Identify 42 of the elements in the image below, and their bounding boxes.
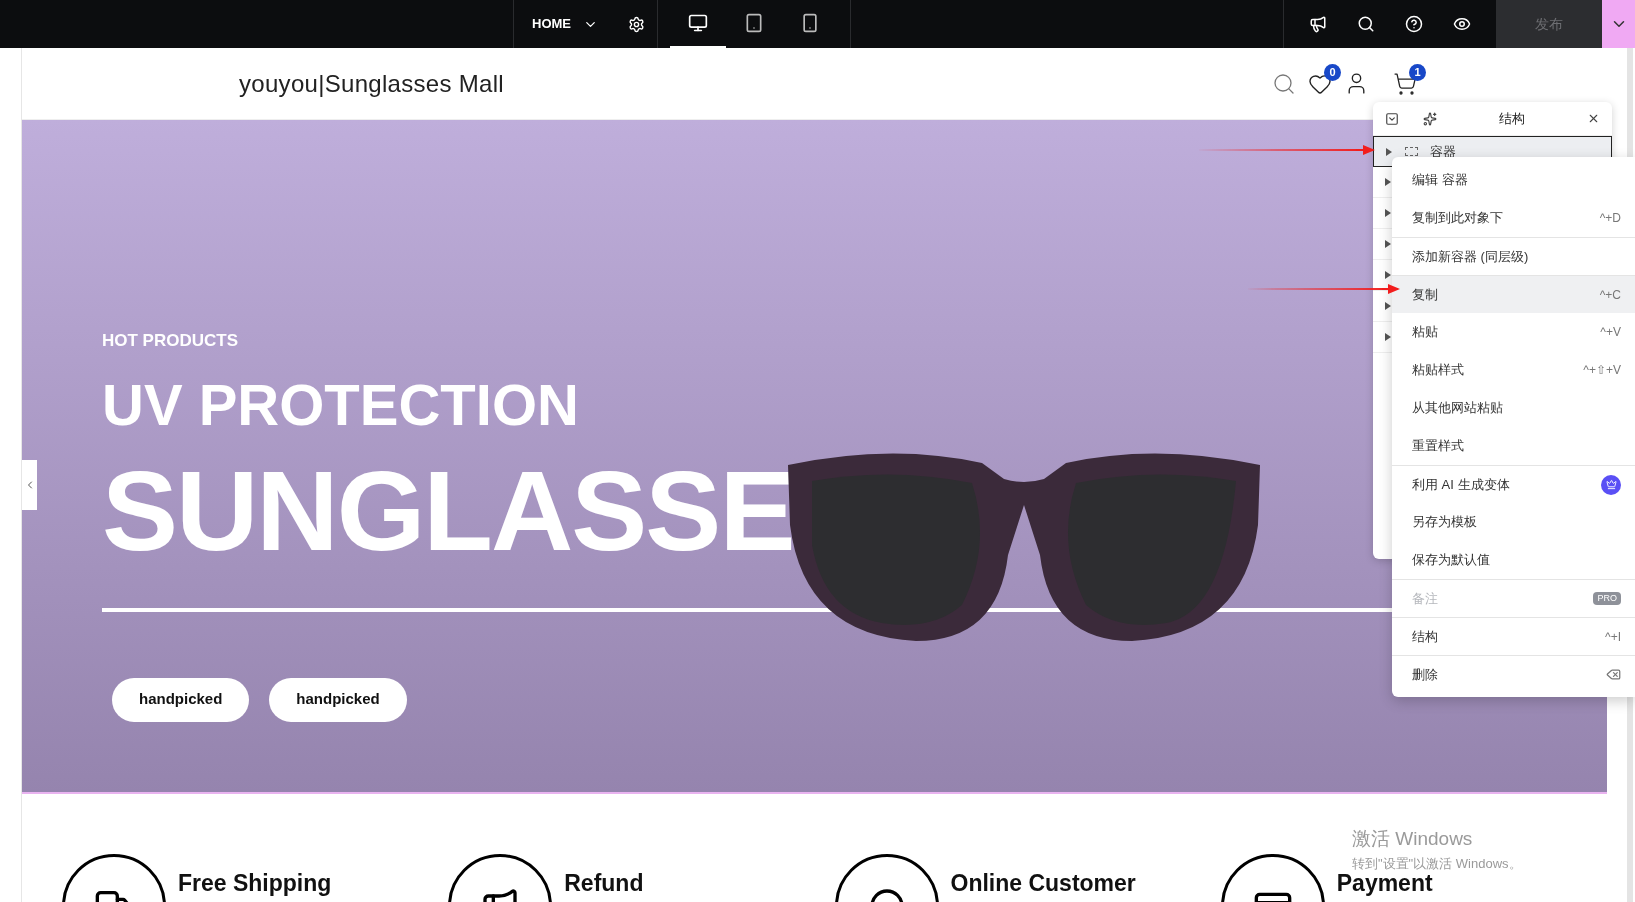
shortcut-text: ^+I	[1605, 628, 1621, 646]
panel-title: 结构	[1499, 109, 1525, 128]
feature-title: Refund	[564, 869, 644, 898]
feature-title: Payment	[1336, 870, 1433, 898]
wishlist-count: 0	[1324, 63, 1341, 81]
menu-item[interactable]: 删除	[1392, 655, 1635, 693]
shortcut-text: ^+⇧+V	[1583, 362, 1621, 379]
menu-item[interactable]: 利用 AI 生成变体	[1392, 465, 1635, 503]
shortcut-text: ^+V	[1600, 324, 1621, 341]
site-logo[interactable]: youyou|Sunglasses Mall	[239, 65, 504, 102]
page-menu[interactable]: HOME	[514, 0, 616, 48]
shortcut-text: ^+D	[1599, 210, 1621, 227]
container-icon	[1405, 147, 1418, 156]
hero-eyebrow: HOT PRODUCTS	[102, 330, 238, 352]
menu-item[interactable]: 保存为默认值	[1392, 541, 1635, 579]
menu-item[interactable]: 粘贴样式 ^+⇧+V	[1392, 351, 1635, 389]
sparkle-icon[interactable]	[1423, 111, 1437, 126]
menu-item[interactable]: 从其他网站粘贴	[1392, 389, 1635, 427]
collapse-icon[interactable]	[1385, 111, 1399, 126]
menu-item[interactable]: 另存为模板	[1392, 503, 1635, 541]
tree-label: 容器	[1430, 142, 1456, 161]
tag-button[interactable]: handpicked	[112, 677, 250, 722]
menu-item[interactable]: 复制到此对象下 ^+D	[1392, 199, 1635, 237]
cart-count: 1	[1409, 63, 1426, 81]
menu-item[interactable]: 结构 ^+I	[1392, 617, 1635, 655]
caret-icon[interactable]	[1386, 147, 1393, 156]
hero-title: UV PROTECTION	[102, 375, 579, 434]
cart-icon[interactable]	[1393, 71, 1417, 96]
tag-button[interactable]: handpicked	[269, 677, 407, 722]
delete-icon	[1606, 667, 1621, 682]
menu-item[interactable]: 粘贴 ^+V	[1392, 313, 1635, 351]
activation-title: 激活 Windows	[1352, 827, 1474, 851]
menu-item[interactable]: 复制 ^+C	[1392, 275, 1635, 313]
close-icon[interactable]	[1587, 112, 1600, 125]
activation-text: 转到"设置"以激活 Windows。	[1352, 854, 1522, 873]
feature-title: Free Shipping	[178, 869, 332, 898]
shortcut-text: ^+C	[1599, 286, 1621, 304]
menu-item[interactable]: 重置样式	[1392, 427, 1635, 465]
feature-title: Online Customer	[950, 869, 1136, 898]
pro-badge: PRO	[1593, 591, 1621, 606]
crown-icon	[1601, 474, 1621, 495]
hero-headline: SUNGLASSE	[102, 453, 794, 568]
